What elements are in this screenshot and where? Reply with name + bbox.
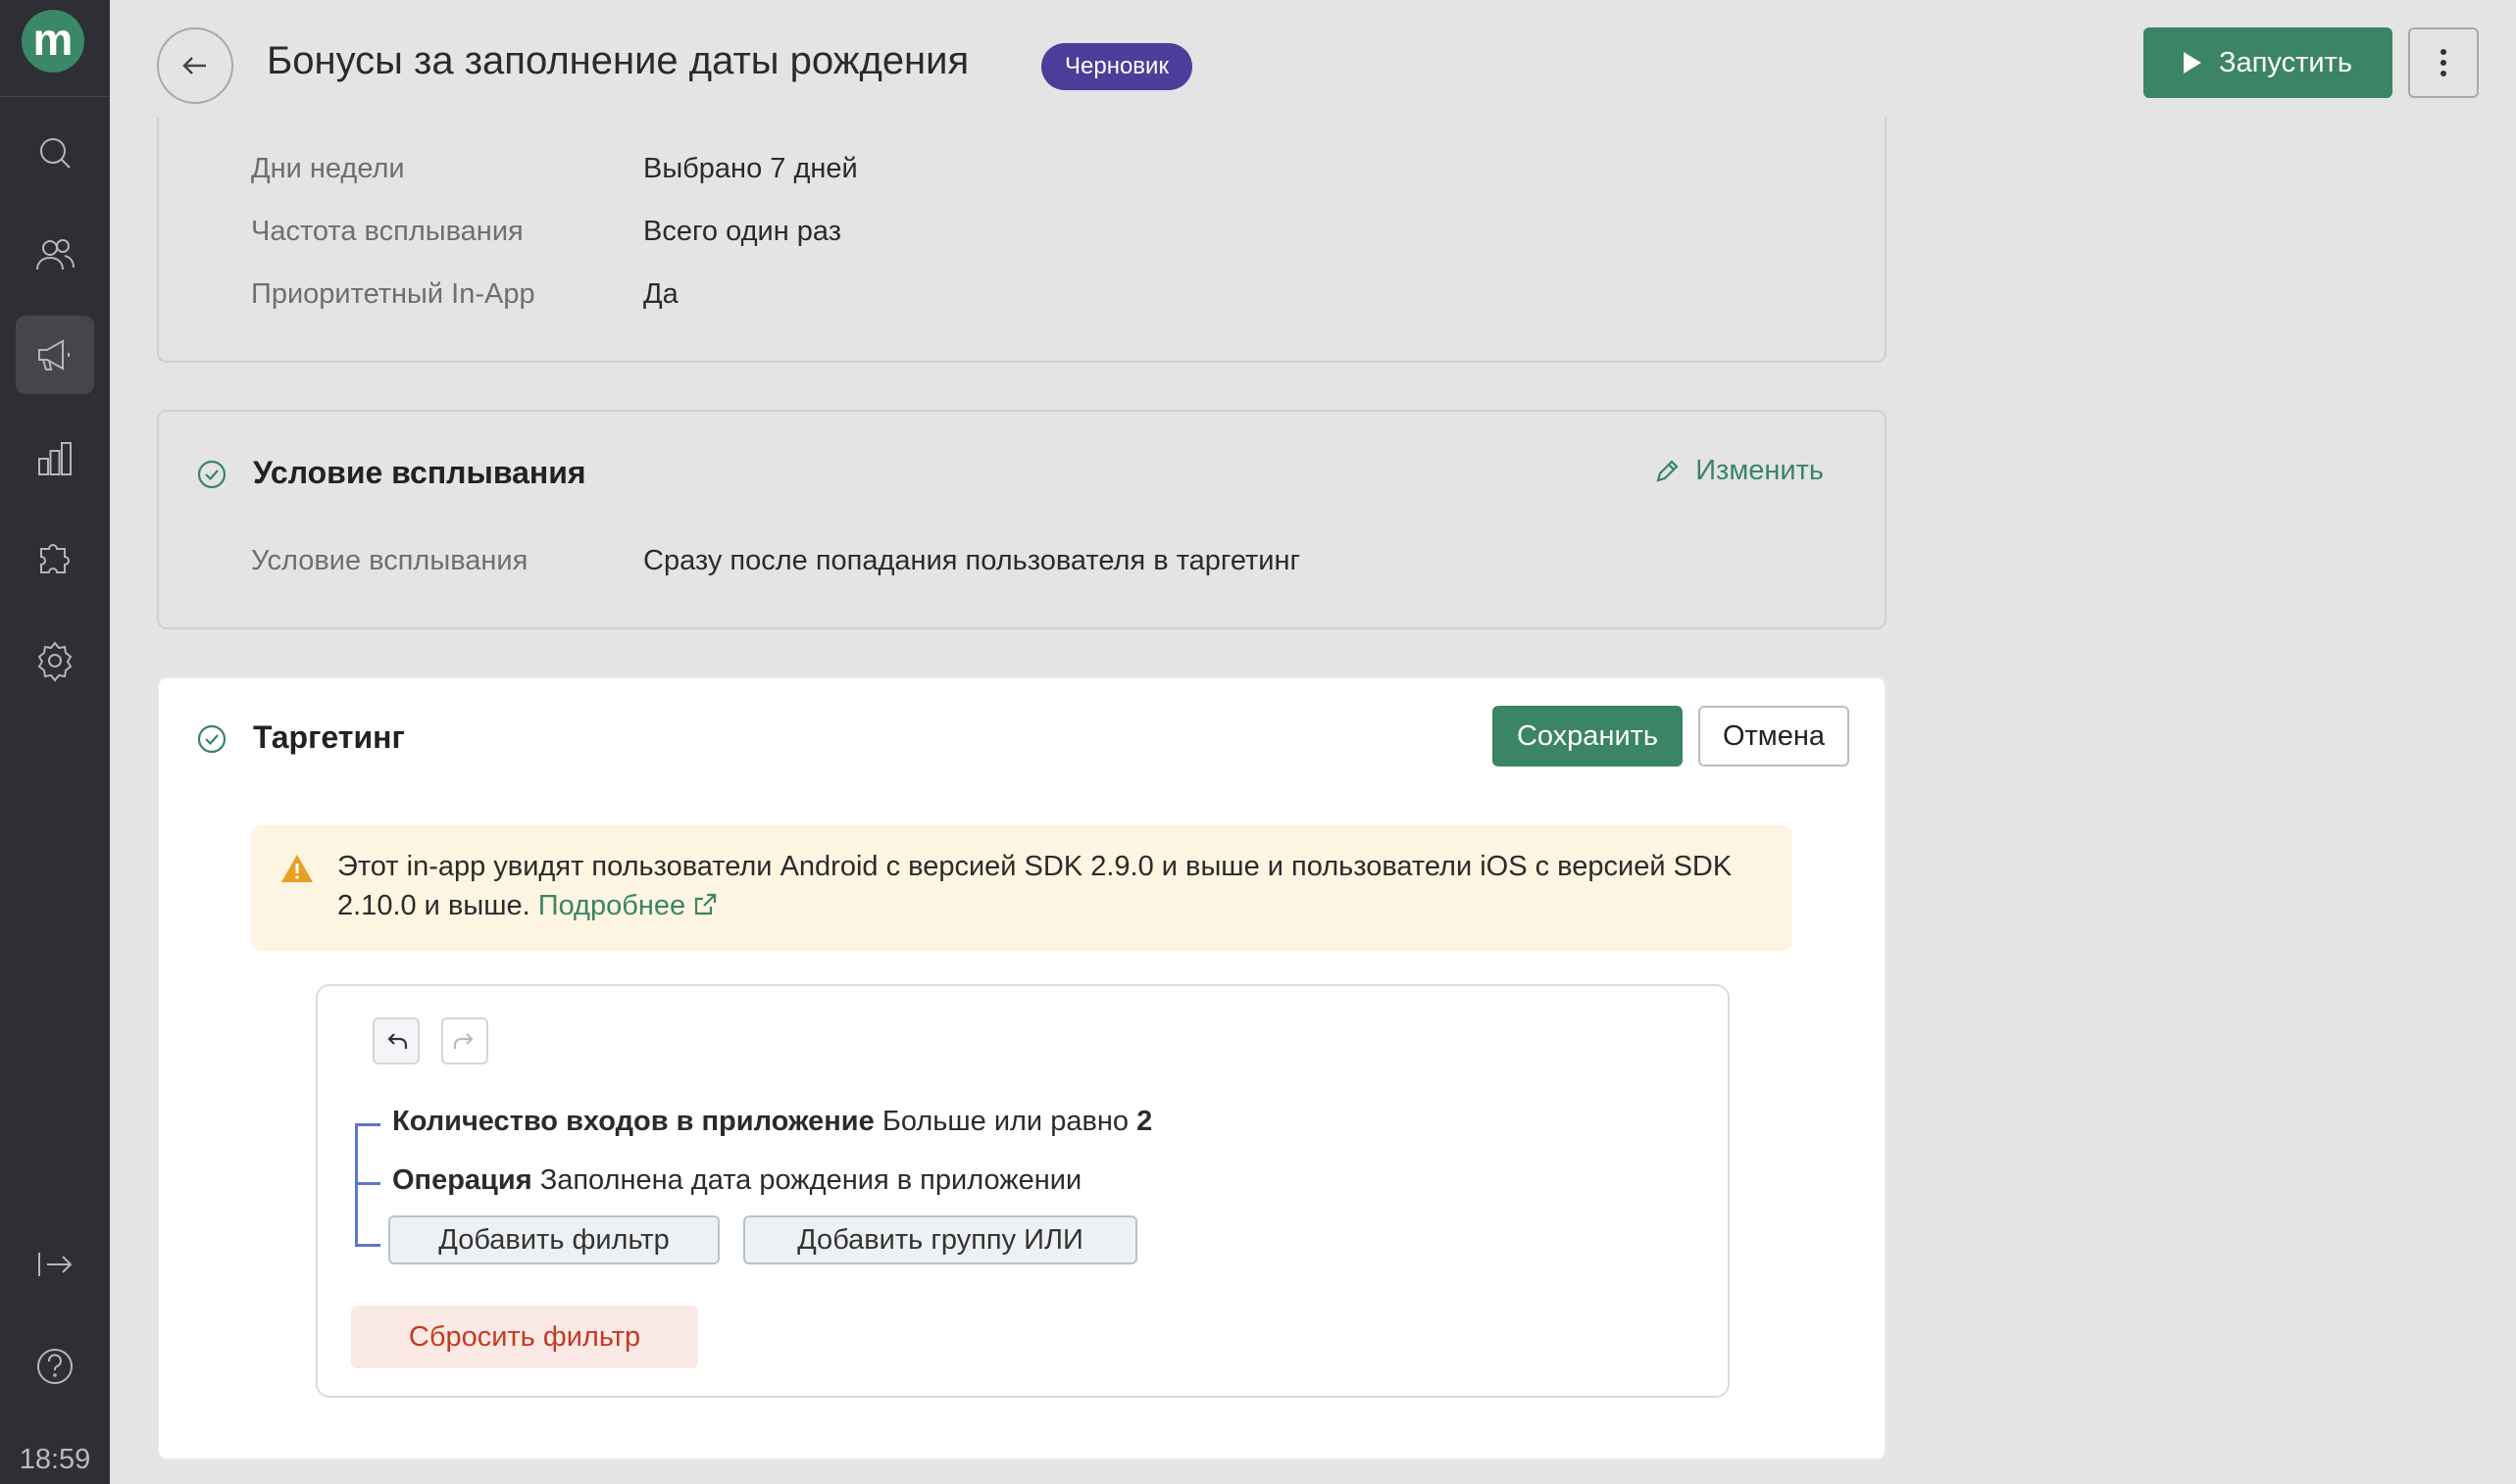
- targeting-card: Таргетинг Сохранить Отмена Этот in-app у…: [157, 676, 1887, 1460]
- row-label: Приоритетный In-App: [251, 278, 535, 310]
- tree-line: [355, 1123, 380, 1126]
- page-title: Бонусы за заполнение даты рождения: [267, 39, 970, 82]
- more-vertical-icon: [2441, 49, 2446, 76]
- play-icon: [2184, 52, 2202, 74]
- learn-more-label: Подробнее: [537, 890, 686, 921]
- card-title: Таргетинг: [253, 719, 405, 755]
- sidebar-item-integrations[interactable]: [16, 519, 94, 598]
- condition-value: 2: [1136, 1106, 1153, 1137]
- sidebar-item-help[interactable]: [16, 1327, 94, 1406]
- megaphone-icon: [38, 339, 70, 371]
- sidebar-item-analytics[interactable]: [16, 420, 94, 498]
- help-icon: [37, 1349, 73, 1384]
- row-label: Условие всплывания: [251, 545, 528, 576]
- search-icon: [40, 138, 71, 169]
- edit-label: Изменить: [1695, 455, 1824, 486]
- undo-icon: [387, 1033, 408, 1049]
- app-logo[interactable]: m: [22, 10, 84, 73]
- filter-condition[interactable]: Операция Заполнена дата рождения в прило…: [392, 1164, 1082, 1197]
- check-circle-icon: [196, 459, 227, 490]
- sidebar-item-settings[interactable]: [16, 621, 94, 700]
- row-label: Частота всплывания: [251, 216, 524, 247]
- card-title: Условие всплывания: [253, 455, 586, 490]
- sidebar-divider: [0, 96, 110, 97]
- condition-field: Операция: [392, 1164, 532, 1196]
- gear-icon: [37, 641, 73, 682]
- row-value: Да: [643, 278, 679, 310]
- schedule-card: Дни недели Выбрано 7 дней Частота всплыв…: [157, 118, 1887, 363]
- tree-line: [355, 1244, 380, 1247]
- filter-builder: Количество входов в приложение Больше ил…: [316, 984, 1730, 1398]
- analytics-icon: [38, 442, 72, 475]
- reset-filter-button[interactable]: Сбросить фильтр: [351, 1306, 698, 1368]
- puzzle-icon: [40, 544, 70, 573]
- row-value: Всего один раз: [643, 216, 842, 247]
- users-icon: [36, 239, 75, 271]
- tree-line: [355, 1123, 358, 1247]
- arrow-left-icon: [182, 57, 206, 74]
- sidebar-item-logout[interactable]: [16, 1225, 94, 1304]
- condition-field: Количество входов в приложение: [392, 1106, 875, 1137]
- save-button[interactable]: Сохранить: [1492, 706, 1683, 767]
- more-options-button[interactable]: [2408, 27, 2479, 98]
- sidebar-item-campaigns[interactable]: [16, 316, 94, 394]
- clock-time: 18:59: [19, 1444, 91, 1475]
- row-label: Дни недели: [251, 153, 405, 184]
- trigger-card: Условие всплывания Изменить Условие вспл…: [157, 410, 1887, 629]
- sdk-warning-banner: Этот in-app увидят пользователи Android …: [251, 825, 1792, 951]
- row-value: Выбрано 7 дней: [643, 153, 858, 184]
- row-value: Сразу после попадания пользователя в тар…: [643, 545, 1301, 576]
- back-button[interactable]: [157, 27, 233, 104]
- run-button[interactable]: Запустить: [2143, 27, 2392, 98]
- learn-more-link[interactable]: Подробнее: [538, 890, 719, 921]
- pencil-icon: [1656, 459, 1679, 482]
- check-circle-icon: [196, 723, 227, 755]
- filter-condition[interactable]: Количество входов в приложение Больше ил…: [392, 1106, 1152, 1138]
- external-link-icon: [691, 890, 719, 917]
- cancel-button[interactable]: Отмена: [1698, 706, 1849, 767]
- condition-operator: Заполнена дата рождения в приложении: [539, 1164, 1082, 1196]
- redo-button[interactable]: [441, 1017, 488, 1064]
- run-button-label: Запустить: [2219, 46, 2352, 78]
- add-filter-button[interactable]: Добавить фильтр: [388, 1215, 720, 1264]
- warning-icon: [281, 855, 313, 882]
- sidebar-item-search[interactable]: [16, 114, 94, 192]
- logout-icon: [38, 1253, 73, 1276]
- redo-icon: [453, 1033, 474, 1049]
- undo-button[interactable]: [373, 1017, 420, 1064]
- add-or-group-button[interactable]: Добавить группу ИЛИ: [743, 1215, 1137, 1264]
- edit-trigger-link[interactable]: Изменить: [1652, 455, 1824, 487]
- status-badge: Черновик: [1041, 43, 1192, 90]
- condition-operator: Больше или равно: [881, 1106, 1129, 1137]
- tree-line: [355, 1182, 380, 1185]
- sidebar-item-users[interactable]: [16, 216, 94, 294]
- sidebar: m 18:59: [0, 0, 110, 1484]
